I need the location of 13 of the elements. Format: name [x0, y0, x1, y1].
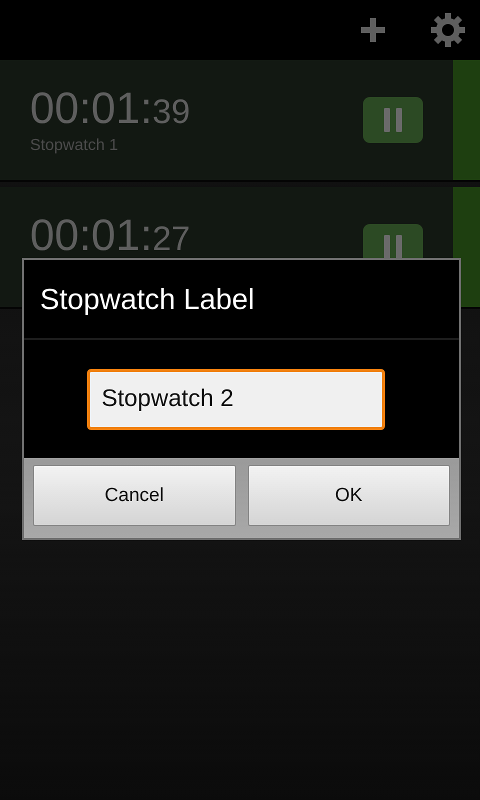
ok-button[interactable]: OK — [248, 465, 450, 526]
cancel-button[interactable]: Cancel — [33, 465, 236, 526]
add-icon — [360, 17, 386, 43]
settings-button[interactable] — [430, 12, 466, 48]
add-button[interactable] — [360, 17, 386, 43]
dialog-title: Stopwatch Label — [24, 260, 459, 340]
stopwatch-label: Stopwatch 1 — [30, 137, 120, 155]
pause-icon — [383, 107, 403, 133]
elapsed-time: 00:01:39 — [30, 84, 192, 135]
pause-button[interactable] — [363, 97, 423, 143]
label-input-field[interactable]: Stopwatch 2 — [86, 368, 384, 430]
elapsed-time: 00:01:27 — [30, 211, 192, 262]
settings-icon — [430, 12, 466, 48]
